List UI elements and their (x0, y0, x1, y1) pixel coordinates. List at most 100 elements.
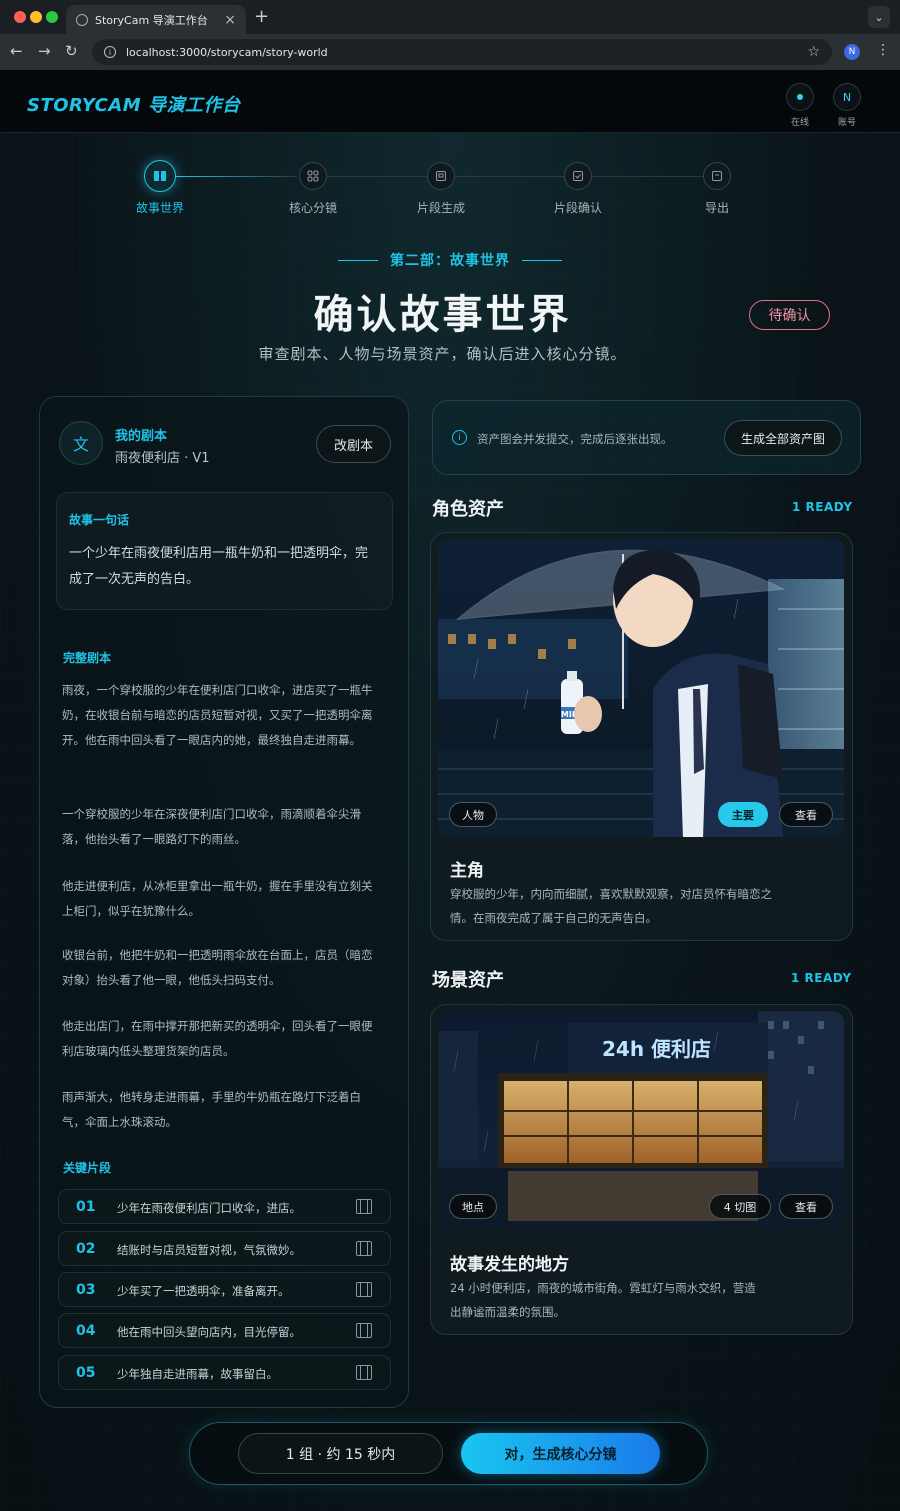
segment-row[interactable]: 05 少年独自走进雨幕，故事留白。 (58, 1355, 391, 1390)
script-version: 雨夜便利店 · V1 (115, 451, 210, 466)
bookmark-star-icon[interactable]: ☆ (807, 44, 820, 60)
step-export[interactable] (703, 162, 731, 190)
asset-type-pill: 地点 (449, 1194, 497, 1219)
step-core-storyboard[interactable] (299, 162, 327, 190)
browser-profile-avatar[interactable]: N (844, 44, 860, 60)
step-label[interactable]: 故事世界 (115, 199, 205, 216)
reload-icon[interactable]: ↻ (65, 42, 78, 60)
scene-name: 故事发生的地方 (450, 1255, 569, 1275)
store-sign: 24h 便利店 (602, 1037, 711, 1061)
character-illustration: MILK (438, 539, 844, 837)
script-paragraph: 他走出店门，在雨中撑开那把新买的透明伞，回头看了一眼便利店玻璃内低头整理货架的店… (62, 1019, 373, 1058)
view-scene-button[interactable]: 查看 (779, 1194, 833, 1219)
segment-text: 少年独自走进雨幕，故事留白。 (117, 1367, 278, 1381)
status-badge: 待确认 (749, 300, 830, 330)
script-title: 我的剧本 (115, 429, 168, 444)
back-arrow-icon[interactable]: ← (10, 42, 23, 60)
segment-row[interactable]: 02 结账时与店员短暂对视，气氛微妙。 (58, 1231, 391, 1266)
browser-menu-icon[interactable]: ⋮ (876, 42, 890, 58)
part-heading: 第二部：故事世界 (0, 250, 900, 270)
film-strip-icon[interactable] (356, 1323, 372, 1338)
script-paragraph: 一个穿校服的少年在深夜便利店门口收伞，雨滴顺着伞尖滑落，他抬头看了一眼路灯下的雨… (62, 807, 361, 846)
segment-text: 结账时与店员短暂对视，气氛微妙。 (117, 1243, 301, 1257)
full-script-label: 完整剧本 (63, 651, 112, 665)
film-strip-icon[interactable] (356, 1282, 372, 1297)
url-text: localhost:3000/storycam/story-world (126, 45, 328, 59)
forward-arrow-icon[interactable]: → (38, 42, 51, 60)
logline-label: 故事一句话 (69, 513, 130, 527)
export-icon (712, 171, 722, 181)
step-segment-generate[interactable] (427, 162, 455, 190)
scene-description: 24 小时便利店，雨夜的城市街角。霓虹灯与雨水交织，营造出静谧而温柔的氛围。 (450, 1281, 756, 1319)
stepper-connector (176, 176, 297, 177)
script-paragraph: 雨声渐大，他转身走进雨幕，手里的牛奶瓶在路灯下泛着白气，伞面上水珠滚动。 (62, 1090, 361, 1129)
script-paragraph: 收银台前，他把牛奶和一把透明雨伞放在台面上，店员（暗恋对象）抬头看了他一眼，他低… (62, 948, 373, 987)
new-tab-icon[interactable]: + (254, 6, 269, 27)
step-label[interactable]: 片段确认 (533, 199, 623, 216)
generate-core-storyboard-button[interactable]: 对，生成核心分镜 (461, 1433, 660, 1474)
segment-row[interactable]: 04 他在雨中回头望向店内，目光停留。 (58, 1313, 391, 1348)
tab-close-icon[interactable]: × (224, 12, 236, 28)
account-button[interactable]: N (833, 83, 861, 111)
view-character-button[interactable]: 查看 (779, 802, 833, 827)
divider-line (338, 259, 378, 261)
stepper-connector (455, 176, 564, 177)
scene-ready-count: 1 READY (791, 971, 852, 985)
book-icon (154, 171, 166, 181)
tab-title: StoryCam 导演工作台 (95, 13, 208, 27)
cut-count-pill[interactable]: 4 切图 (709, 1194, 771, 1219)
browser-tab-strip: StoryCam 导演工作台 × + ⌄ (0, 0, 900, 34)
film-strip-icon[interactable] (356, 1365, 372, 1380)
film-icon (436, 171, 446, 181)
app-header: STORYCAM 导演工作台 在线 N 账号 (0, 70, 900, 133)
generate-all-assets-button[interactable]: 生成全部资产图 (724, 420, 842, 456)
segment-row[interactable]: 01 少年在雨夜便利店门口收伞，进店。 (58, 1189, 391, 1224)
character-name: 主角 (450, 861, 484, 881)
asset-info-text: 资产图会并发提交，完成后逐张出现。 (477, 432, 673, 446)
main-character-pill[interactable]: 主要 (718, 802, 768, 827)
scene-assets-title: 场景资产 (432, 970, 504, 991)
site-info-icon[interactable]: i (104, 46, 116, 58)
group-info-pill: 1 组 · 约 15 秒内 (238, 1433, 443, 1474)
info-icon: i (452, 430, 467, 445)
segment-row[interactable]: 03 少年买了一把透明伞，准备离开。 (58, 1272, 391, 1307)
logline-text: 一个少年在雨夜便利店用一瓶牛奶和一把透明伞，完成了一次无声的告白。 (69, 546, 369, 587)
grid-icon (307, 170, 319, 182)
browser-tab[interactable]: StoryCam 导演工作台 × (66, 5, 246, 34)
online-status-button[interactable] (786, 83, 814, 111)
step-label[interactable]: 片段生成 (396, 199, 486, 216)
step-segment-confirm[interactable] (564, 162, 592, 190)
asset-type-pill: 人物 (449, 802, 497, 827)
tab-search-chevron-icon[interactable]: ⌄ (868, 6, 890, 28)
tab-favicon-icon (76, 13, 88, 26)
character-image[interactable]: MILK (438, 539, 844, 837)
segment-number: 03 (76, 1282, 96, 1298)
step-story-world[interactable] (144, 160, 176, 192)
address-bar[interactable]: i localhost:3000/storycam/story-world ☆ (92, 39, 832, 65)
film-strip-icon[interactable] (356, 1241, 372, 1256)
stepper-connector (327, 176, 427, 177)
online-status-label: 在线 (790, 118, 809, 128)
segment-number: 01 (76, 1199, 96, 1215)
stepper-connector (592, 176, 703, 177)
edit-script-button[interactable]: 改剧本 (316, 425, 391, 463)
segment-number: 04 (76, 1323, 96, 1339)
key-segments-label: 关键片段 (63, 1161, 112, 1175)
part-label: 第二部：故事世界 (390, 253, 510, 269)
divider-line (522, 259, 562, 261)
segment-number: 05 (76, 1365, 96, 1381)
character-ready-count: 1 READY (792, 500, 853, 514)
check-frame-icon (573, 171, 583, 181)
character-assets-title: 角色资产 (432, 499, 504, 520)
segment-text: 他在雨中回头望向店内，目光停留。 (117, 1325, 301, 1339)
close-window-dot[interactable] (14, 11, 26, 23)
step-label[interactable]: 导出 (672, 199, 762, 216)
script-paragraph: 雨夜，一个穿校服的少年在便利店门口收伞，进店买了一瓶牛奶，在收银台前与暗恋的店员… (62, 683, 373, 747)
maximize-window-dot[interactable] (46, 11, 58, 23)
app-logo[interactable]: STORYCAM 导演工作台 (27, 91, 240, 117)
step-label[interactable]: 核心分镜 (268, 199, 358, 216)
film-strip-icon[interactable] (356, 1199, 372, 1214)
script-icon: 文 (59, 421, 103, 465)
character-description: 穿校服的少年，内向而细腻，喜欢默默观察，对店员怀有暗恋之情。在雨夜完成了属于自己… (450, 887, 772, 925)
minimize-window-dot[interactable] (30, 11, 42, 23)
